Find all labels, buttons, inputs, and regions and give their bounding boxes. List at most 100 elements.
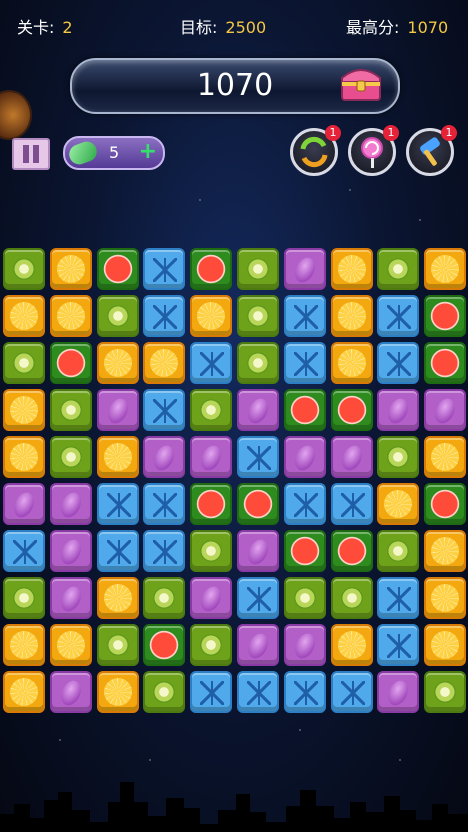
grape-tile[interactable] xyxy=(49,671,92,713)
side-chest-icon[interactable] xyxy=(0,90,32,140)
ice-tile[interactable] xyxy=(96,530,139,572)
orange-tile[interactable] xyxy=(424,577,467,619)
kiwi-tile[interactable] xyxy=(377,436,420,478)
kiwi-tile[interactable] xyxy=(96,624,139,666)
orange-tile[interactable] xyxy=(143,342,186,384)
grape-tile[interactable] xyxy=(283,248,326,290)
grape-tile[interactable] xyxy=(237,624,279,666)
kiwi-tile[interactable] xyxy=(3,248,45,290)
orange-tile[interactable] xyxy=(49,624,92,666)
melon-tile[interactable] xyxy=(143,624,186,666)
treasure-chest-icon[interactable] xyxy=(338,62,384,104)
orange-tile[interactable] xyxy=(424,530,467,572)
orange-tile[interactable] xyxy=(424,624,467,666)
kiwi-tile[interactable] xyxy=(237,248,279,290)
kiwi-tile[interactable] xyxy=(283,577,326,619)
orange-tile[interactable] xyxy=(96,671,139,713)
ice-tile[interactable] xyxy=(143,530,186,572)
orange-tile[interactable] xyxy=(3,389,45,431)
orange-tile[interactable] xyxy=(3,624,45,666)
melon-tile[interactable] xyxy=(190,248,233,290)
orange-tile[interactable] xyxy=(190,295,233,337)
kiwi-tile[interactable] xyxy=(49,436,92,478)
grape-tile[interactable] xyxy=(49,483,92,525)
orange-tile[interactable] xyxy=(330,295,373,337)
orange-tile[interactable] xyxy=(424,436,467,478)
grape-tile[interactable] xyxy=(190,577,233,619)
ice-tile[interactable] xyxy=(143,389,186,431)
grape-tile[interactable] xyxy=(377,389,420,431)
melon-tile[interactable] xyxy=(283,389,326,431)
grape-tile[interactable] xyxy=(424,389,467,431)
melon-tile[interactable] xyxy=(190,483,233,525)
grape-tile[interactable] xyxy=(49,530,92,572)
grape-tile[interactable] xyxy=(3,483,45,525)
orange-tile[interactable] xyxy=(96,577,139,619)
ice-tile[interactable] xyxy=(283,671,326,713)
ice-tile[interactable] xyxy=(283,295,326,337)
melon-tile[interactable] xyxy=(237,483,279,525)
melon-tile[interactable] xyxy=(283,530,326,572)
ice-tile[interactable] xyxy=(237,671,279,713)
melon-tile[interactable] xyxy=(49,342,92,384)
melon-tile[interactable] xyxy=(330,530,373,572)
kiwi-tile[interactable] xyxy=(190,624,233,666)
ice-tile[interactable] xyxy=(283,342,326,384)
grape-tile[interactable] xyxy=(283,624,326,666)
orange-tile[interactable] xyxy=(3,436,45,478)
orange-tile[interactable] xyxy=(424,248,467,290)
hammer-tool-icon[interactable]: 1 xyxy=(406,125,457,176)
ice-tile[interactable] xyxy=(237,577,279,619)
orange-tile[interactable] xyxy=(3,671,45,713)
ice-tile[interactable] xyxy=(96,483,139,525)
kiwi-tile[interactable] xyxy=(424,671,467,713)
add-gems-button[interactable]: + xyxy=(139,141,157,163)
ice-tile[interactable] xyxy=(190,342,233,384)
ice-tile[interactable] xyxy=(377,577,420,619)
kiwi-tile[interactable] xyxy=(3,342,45,384)
kiwi-tile[interactable] xyxy=(377,530,420,572)
grape-tile[interactable] xyxy=(143,436,186,478)
ice-tile[interactable] xyxy=(330,483,373,525)
ice-tile[interactable] xyxy=(283,483,326,525)
orange-tile[interactable] xyxy=(49,295,92,337)
kiwi-tile[interactable] xyxy=(237,342,279,384)
kiwi-tile[interactable] xyxy=(377,248,420,290)
orange-tile[interactable] xyxy=(330,248,373,290)
lollipop-tool-icon[interactable]: 1 xyxy=(348,125,399,176)
ice-tile[interactable] xyxy=(377,342,420,384)
kiwi-tile[interactable] xyxy=(3,577,45,619)
orange-tile[interactable] xyxy=(96,436,139,478)
ice-tile[interactable] xyxy=(3,530,45,572)
melon-tile[interactable] xyxy=(424,295,467,337)
kiwi-tile[interactable] xyxy=(330,577,373,619)
ice-tile[interactable] xyxy=(377,624,420,666)
ice-tile[interactable] xyxy=(143,295,186,337)
ice-tile[interactable] xyxy=(143,248,186,290)
orange-tile[interactable] xyxy=(330,342,373,384)
ice-tile[interactable] xyxy=(143,483,186,525)
ice-tile[interactable] xyxy=(330,671,373,713)
ice-tile[interactable] xyxy=(237,436,279,478)
grape-tile[interactable] xyxy=(377,671,420,713)
kiwi-tile[interactable] xyxy=(143,671,186,713)
melon-tile[interactable] xyxy=(424,342,467,384)
grape-tile[interactable] xyxy=(330,436,373,478)
kiwi-tile[interactable] xyxy=(49,389,92,431)
orange-tile[interactable] xyxy=(3,295,45,337)
grape-tile[interactable] xyxy=(237,389,279,431)
grape-tile[interactable] xyxy=(190,436,233,478)
grape-tile[interactable] xyxy=(96,389,139,431)
ice-tile[interactable] xyxy=(190,671,233,713)
grape-tile[interactable] xyxy=(283,436,326,478)
orange-tile[interactable] xyxy=(96,342,139,384)
orange-tile[interactable] xyxy=(377,483,420,525)
kiwi-tile[interactable] xyxy=(96,295,139,337)
melon-tile[interactable] xyxy=(424,483,467,525)
melon-tile[interactable] xyxy=(96,248,139,290)
melon-tile[interactable] xyxy=(330,389,373,431)
kiwi-tile[interactable] xyxy=(190,530,233,572)
orange-tile[interactable] xyxy=(330,624,373,666)
kiwi-tile[interactable] xyxy=(237,295,279,337)
orange-tile[interactable] xyxy=(49,248,92,290)
